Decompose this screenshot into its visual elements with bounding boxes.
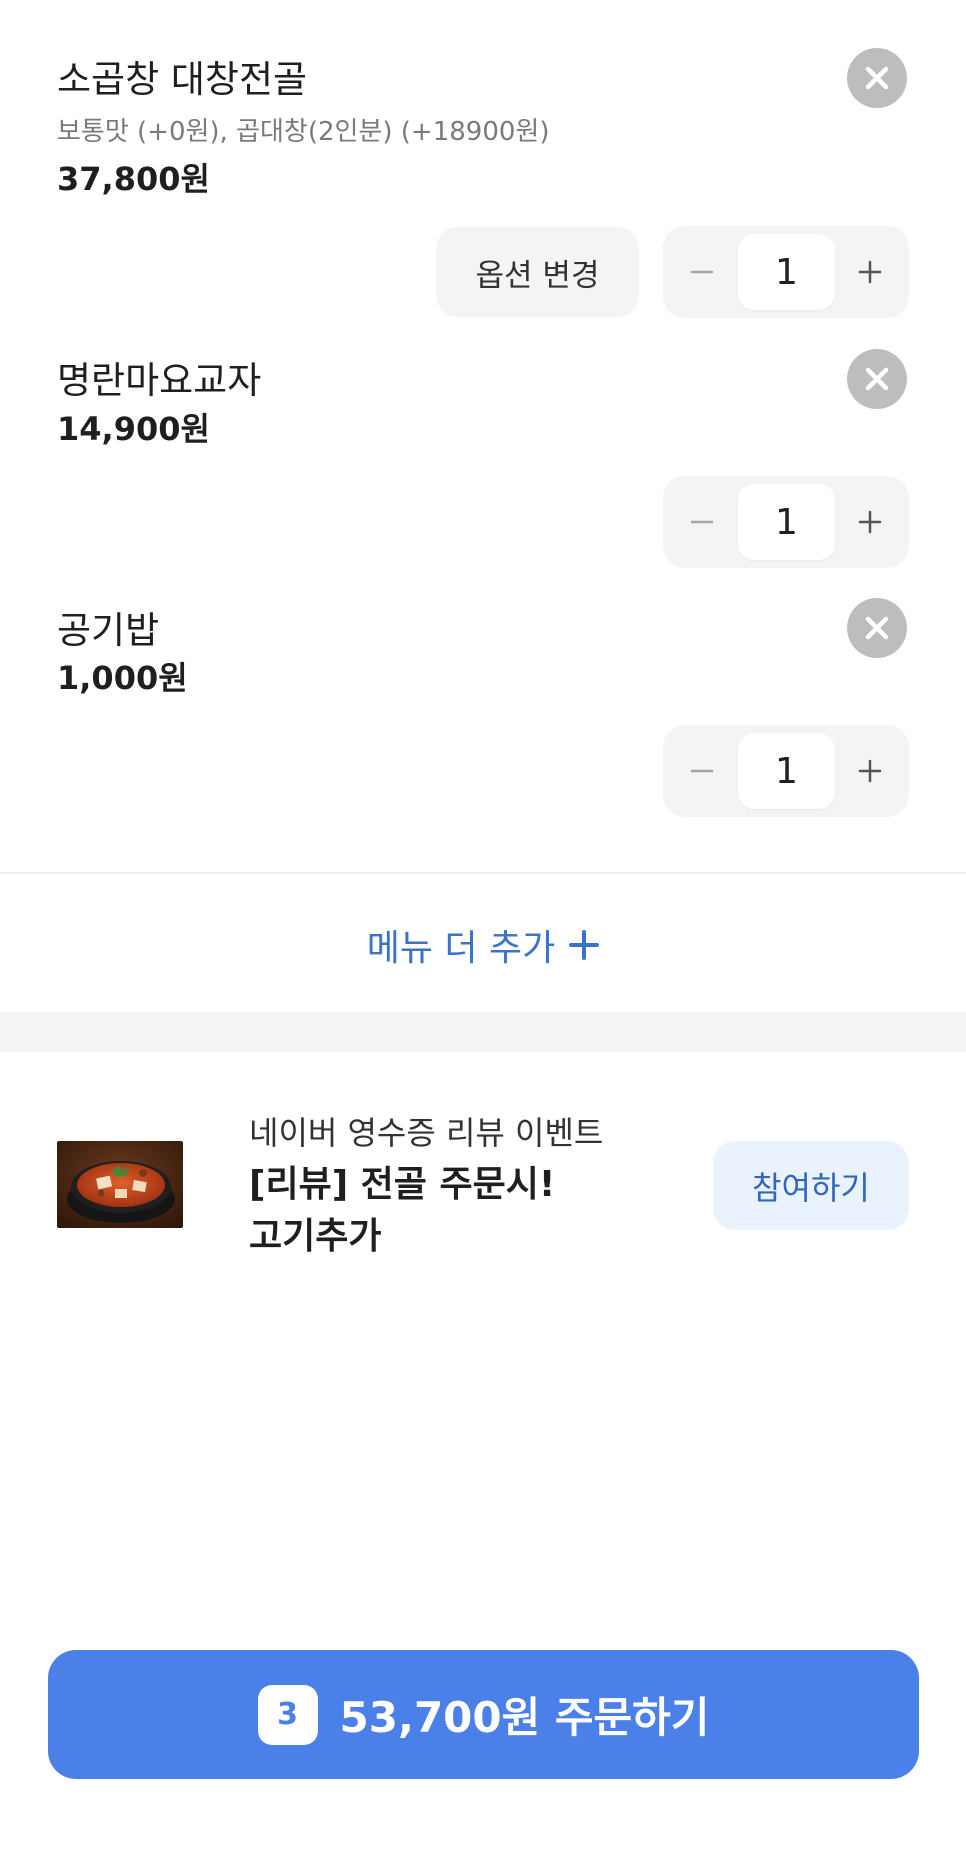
quantity-value: 1: [738, 234, 835, 310]
close-icon: [865, 66, 889, 90]
decrease-button[interactable]: [663, 476, 741, 568]
minus-icon: [690, 769, 714, 773]
order-count-badge: 3: [257, 1684, 318, 1745]
section-divider: [0, 1012, 966, 1052]
item-price: 37,800원: [57, 160, 210, 198]
cart-page: 소곱창 대창전골 보통맛 (+0원), 곱대창(2인분) (+18900원) 3…: [0, 0, 966, 1851]
item-name: 소곱창 대창전골: [57, 58, 308, 101]
item-options: 보통맛 (+0원), 곱대창(2인분) (+18900원): [57, 117, 550, 147]
plus-icon: [569, 930, 600, 960]
event-thumbnail: [57, 1141, 183, 1228]
item-name: 공기밥: [57, 609, 160, 652]
quantity-value: 1: [738, 484, 835, 560]
join-event-button[interactable]: 참여하기: [713, 1141, 909, 1230]
plus-icon: [858, 260, 882, 284]
quantity-value: 1: [738, 733, 835, 809]
add-more-menu-button[interactable]: 메뉴 더 추가: [0, 905, 966, 985]
plus-icon: [858, 510, 882, 534]
add-menu-label: 메뉴 더 추가: [366, 928, 556, 969]
close-icon: [865, 616, 889, 640]
divider: [0, 872, 966, 874]
quantity-stepper: 1: [663, 226, 909, 318]
remove-item-button[interactable]: [847, 48, 907, 108]
quantity-stepper: 1: [663, 725, 909, 817]
event-source: 네이버 영수증 리뷰 이벤트: [249, 1114, 604, 1152]
increase-button[interactable]: [831, 476, 909, 568]
event-title: [리뷰] 전골 주문시! 고기추가: [249, 1164, 556, 1257]
increase-button[interactable]: [831, 725, 909, 817]
item-price: 14,900원: [57, 410, 210, 448]
item-name: 명란마요교자: [57, 359, 262, 402]
option-change-button[interactable]: 옵션 변경: [436, 227, 639, 317]
minus-icon: [690, 270, 714, 274]
decrease-button[interactable]: [663, 725, 741, 817]
remove-item-button[interactable]: [847, 598, 907, 658]
quantity-stepper: 1: [663, 476, 909, 568]
order-button[interactable]: 3 53,700원 주문하기: [48, 1650, 919, 1779]
order-label: 53,700원 주문하기: [339, 1693, 710, 1742]
item-price: 1,000원: [57, 659, 188, 697]
increase-button[interactable]: [831, 226, 909, 318]
minus-icon: [690, 520, 714, 524]
plus-icon: [858, 759, 882, 783]
decrease-button[interactable]: [663, 226, 741, 318]
close-icon: [865, 367, 889, 391]
remove-item-button[interactable]: [847, 349, 907, 409]
stew-photo-icon: [57, 1141, 183, 1228]
